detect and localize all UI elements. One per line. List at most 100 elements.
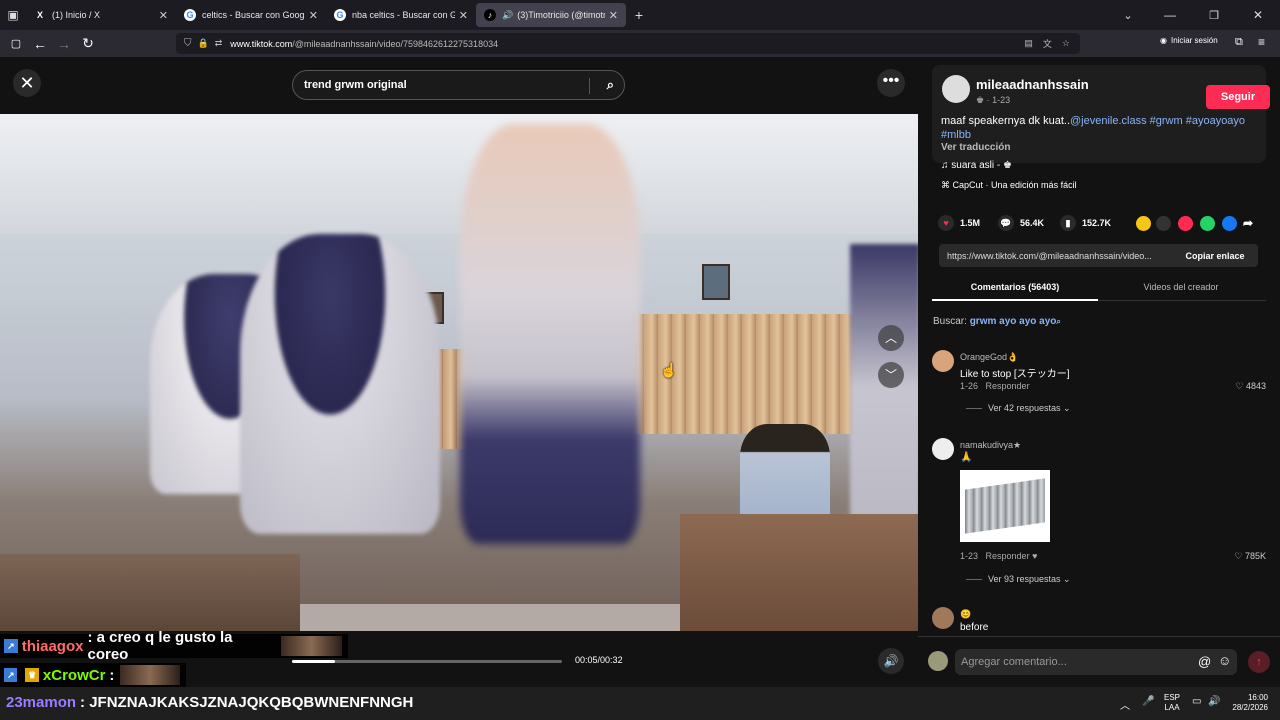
comment-username[interactable]: namakudivya★ — [960, 440, 1021, 451]
search-icon: ⌕ — [1056, 317, 1061, 326]
comment-like-button[interactable]: ♡ 4843 — [1235, 381, 1266, 392]
author-avatar[interactable] — [942, 75, 970, 103]
shield-icon[interactable]: ⛉ — [184, 38, 192, 49]
send-comment-button[interactable]: ↑ — [1248, 651, 1270, 673]
bookmark-star-icon[interactable]: ☆ — [1062, 38, 1070, 49]
share-link-text[interactable]: https://www.tiktok.com/@mileaadnanhssain… — [939, 251, 1172, 261]
comment-input-bar: Agregar comentario... @ ☺ ↑ — [918, 636, 1280, 687]
more-options-button[interactable]: ••• — [877, 69, 905, 97]
reader-view-icon[interactable]: ▤ — [1024, 38, 1033, 49]
tab-overflow-icon[interactable]: ⌄ — [1108, 9, 1148, 22]
forward-button[interactable]: → — [52, 36, 76, 52]
music-link[interactable]: ♫ suara asli - ♚ — [941, 160, 1012, 171]
new-tab-button[interactable]: + — [626, 7, 652, 23]
share-arrow-icon[interactable]: ➦ — [1243, 216, 1253, 230]
comment-username[interactable]: 😊 — [960, 609, 971, 620]
desk — [300, 604, 680, 631]
reply-button[interactable]: Responder — [986, 551, 1030, 561]
progress-fill — [292, 660, 336, 663]
network-icon[interactable]: ▭ — [1192, 696, 1201, 707]
tab-google-nba-celtics[interactable]: G nba celtics - Buscar con Google ✕ — [326, 0, 476, 30]
tab-google-celtics[interactable]: G celtics - Buscar con Google ✕ — [176, 0, 326, 30]
extensions-icon[interactable]: ⧉ — [1235, 36, 1243, 49]
comment-like-button[interactable]: ♡ 785K — [1234, 551, 1266, 562]
student-figure — [460, 124, 640, 544]
comment-avatar[interactable] — [932, 350, 954, 372]
video-frame[interactable]: ☝ — [0, 114, 918, 631]
reply-button[interactable]: Responder — [986, 381, 1030, 391]
user-avatar[interactable] — [928, 651, 948, 671]
minimize-button[interactable]: — — [1148, 8, 1192, 22]
tab-list-icon[interactable]: ▣ — [0, 8, 26, 22]
comment-avatar[interactable] — [932, 438, 954, 460]
search-input-value[interactable]: trend grwm original — [304, 79, 407, 91]
tab-x-home[interactable]: X (1) Inicio / X ✕ — [26, 0, 176, 30]
close-tab-icon[interactable]: ✕ — [309, 9, 318, 22]
emoji-icon[interactable]: ☺ — [1218, 653, 1231, 668]
translate-icon[interactable]: 文 — [1043, 37, 1052, 50]
search-icon[interactable]: ⌕ — [607, 77, 614, 93]
tray-chevron-icon[interactable]: ︿ — [1120, 697, 1130, 712]
signin-button[interactable]: ◉ Iniciar sesión — [1160, 36, 1218, 45]
follow-button[interactable]: Seguir — [1206, 85, 1270, 109]
comment-text: 🙏 — [960, 452, 973, 463]
close-tab-icon[interactable]: ✕ — [459, 9, 468, 22]
copy-link-button[interactable]: Copiar enlace — [1172, 251, 1258, 261]
desk — [680, 514, 918, 631]
whatsapp-icon[interactable] — [1200, 216, 1215, 231]
send-to-friends-icon[interactable] — [1178, 216, 1193, 231]
author-name[interactable]: mileaadnanhssain — [976, 77, 1089, 92]
language-indicator[interactable]: ESP LAA — [1164, 693, 1180, 713]
previous-video-button[interactable]: ︿ — [878, 325, 904, 351]
comment-meta: 1-26 Responder — [960, 381, 1030, 391]
volume-button[interactable]: 🔊 — [878, 648, 904, 674]
video-progress-bar[interactable] — [292, 660, 562, 663]
reload-button[interactable]: ↻ — [76, 35, 100, 52]
translate-link[interactable]: Ver traducción — [941, 142, 1010, 153]
chat-username: xCrowCr — [42, 666, 106, 684]
desk — [0, 554, 300, 631]
capcut-link[interactable]: ⌘ CapCut · Una edición más fácil — [941, 180, 1077, 191]
comment-avatar[interactable] — [932, 607, 954, 629]
crown-badge-icon: ♛ — [25, 668, 39, 682]
comment-button[interactable]: 💬 56.4K — [998, 215, 1044, 231]
url-bar[interactable]: ⛉ 🔒 ⇄ www.tiktok.com /@mileaadnanhssain/… — [176, 33, 1080, 54]
search-divider — [589, 78, 590, 94]
view-replies-button[interactable]: Ver 42 respuestas ⌄ — [966, 403, 1071, 414]
embed-icon[interactable] — [1156, 216, 1171, 231]
chat-badge-icon: ↗ — [4, 639, 18, 653]
permissions-icon[interactable]: ⇄ — [215, 38, 223, 49]
friends-share-icon[interactable] — [1136, 216, 1151, 231]
menu-icon[interactable]: ≡ — [1258, 35, 1265, 49]
chat-emote — [280, 636, 342, 656]
chat-badge-icon: ↗ — [4, 668, 18, 682]
microphone-icon[interactable]: 🎤 — [1142, 696, 1154, 707]
close-video-button[interactable]: ✕ — [13, 69, 41, 97]
comment-username[interactable]: OrangeGod👌 — [960, 352, 1018, 363]
search-suggestion[interactable]: Buscar: grwm ayo ayo ayo⌕ — [933, 316, 1061, 327]
tab-tiktok[interactable]: ♪ 🔊 (3)Timotriciio (@timotriciio) ✕ — [476, 3, 626, 27]
next-video-button[interactable]: ﹀ — [878, 362, 904, 388]
tab-comments[interactable]: Comentarios (56403) — [932, 282, 1098, 301]
video-caption: maaf speakernya dk kuat..@jevenile.class… — [941, 115, 1246, 141]
search-bar[interactable]: trend grwm original ⌕ — [292, 70, 625, 100]
tab-creator-videos[interactable]: Videos del creador — [1098, 282, 1264, 292]
maximize-button[interactable]: ❐ — [1192, 9, 1236, 22]
audio-icon[interactable]: 🔊 — [502, 10, 513, 21]
close-tab-icon[interactable]: ✕ — [609, 9, 618, 22]
close-window-button[interactable]: ✕ — [1236, 8, 1280, 22]
close-tab-icon[interactable]: ✕ — [159, 9, 168, 22]
comment-sticker-image[interactable] — [960, 470, 1050, 542]
view-replies-button[interactable]: Ver 93 respuestas ⌄ — [966, 574, 1071, 585]
like-button[interactable]: ♥ 1.5M — [938, 215, 980, 231]
mention-icon[interactable]: @ — [1198, 654, 1211, 669]
lock-icon[interactable]: 🔒 — [198, 38, 209, 49]
sidebar-toggle-icon[interactable]: ▢ — [4, 37, 28, 50]
speaker-icon[interactable]: 🔊 — [1208, 696, 1220, 707]
save-button[interactable]: ▮ 152.7K — [1060, 215, 1111, 231]
chat-emote — [120, 665, 180, 685]
back-button[interactable]: ← — [28, 36, 52, 52]
comment-input[interactable]: Agregar comentario... — [955, 649, 1237, 675]
facebook-icon[interactable] — [1222, 216, 1237, 231]
clock[interactable]: 16:00 28/2/2026 — [1226, 693, 1268, 713]
